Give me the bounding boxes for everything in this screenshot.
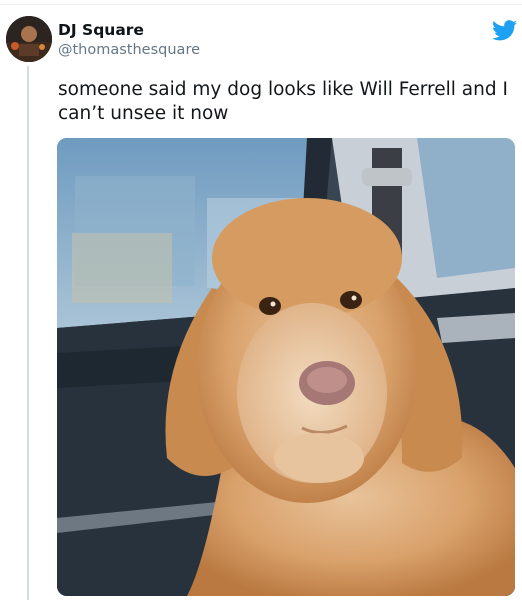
username-handle[interactable]: @thomasthesquare xyxy=(58,42,200,58)
display-name[interactable]: DJ Square xyxy=(58,21,144,39)
twitter-bird-icon[interactable] xyxy=(492,20,517,41)
thread-line xyxy=(27,66,29,600)
tweet-photo[interactable] xyxy=(57,138,515,596)
tweet-card: DJ Square @thomasthesquare someone said … xyxy=(0,0,522,600)
avatar[interactable] xyxy=(6,16,52,62)
divider xyxy=(0,4,522,5)
tweet-text: someone said my dog looks like Will Ferr… xyxy=(58,79,508,124)
